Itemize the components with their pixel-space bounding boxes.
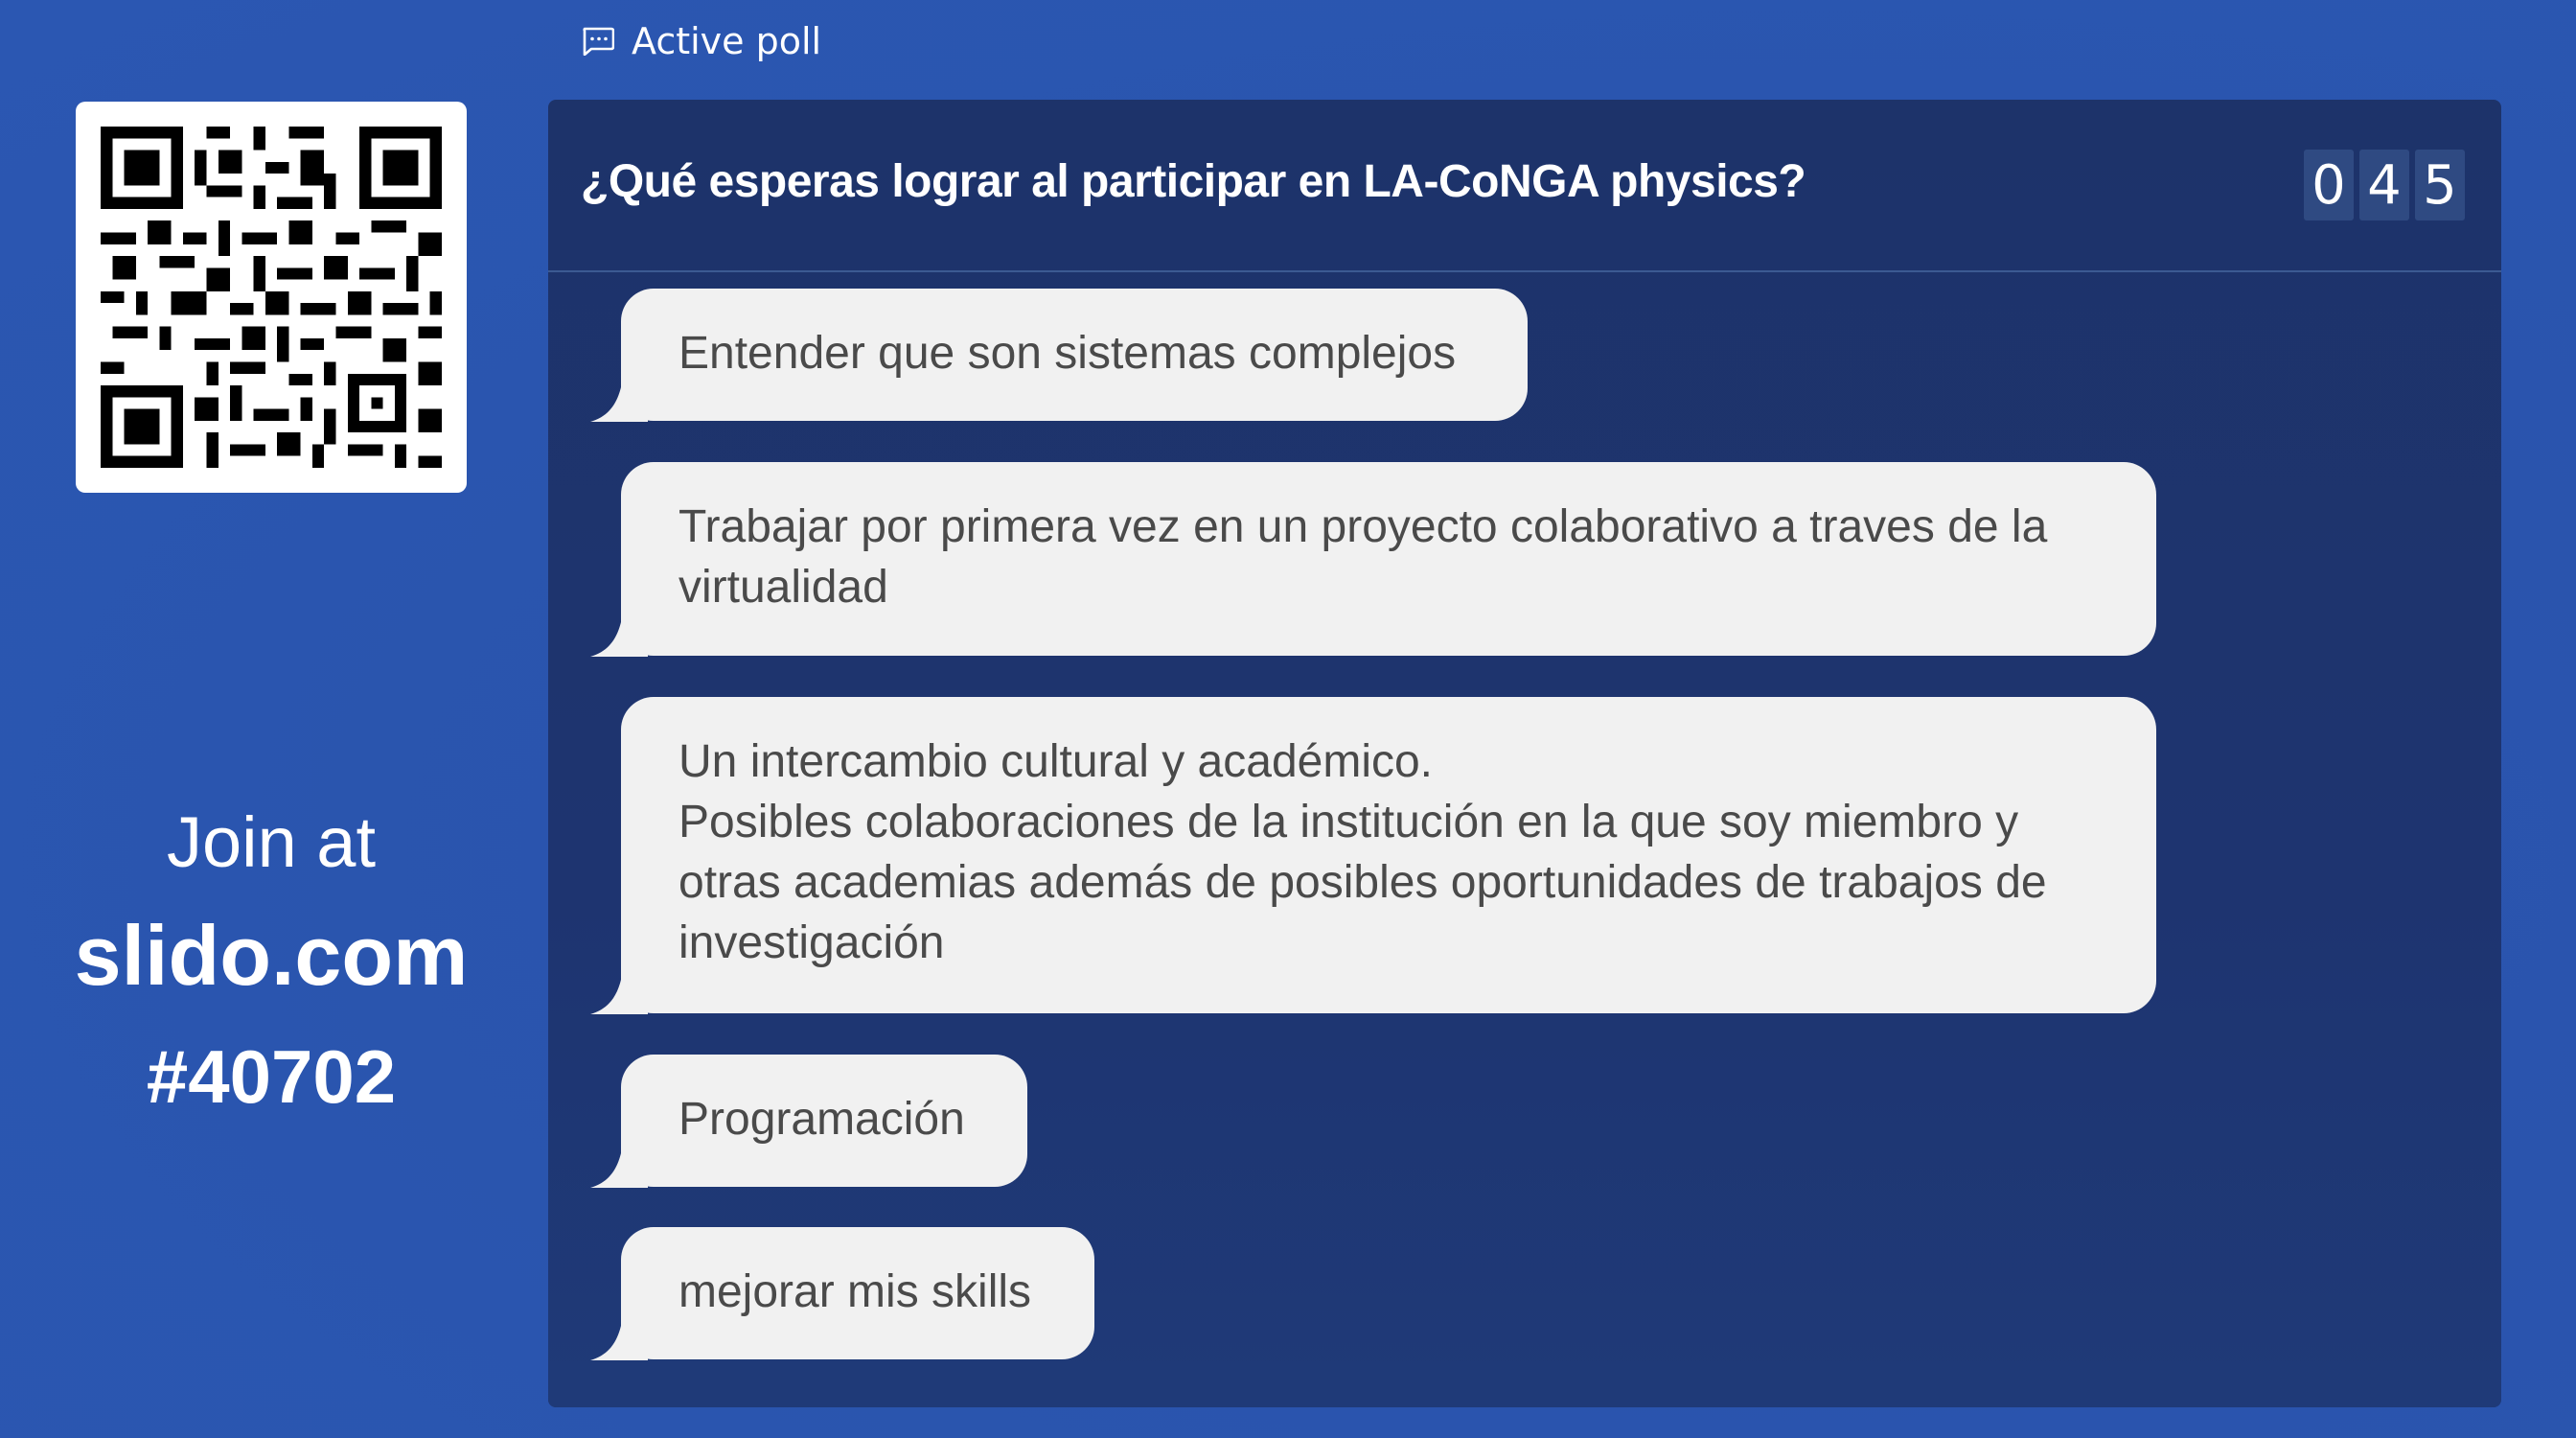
poll-header: ¿Qué esperas lograr al participar en LA-… [548, 100, 2501, 272]
response-text: mejorar mis skills [678, 1266, 1032, 1317]
response-bubble: Trabajar por primera vez en un proyecto … [590, 462, 2156, 657]
bubble-tail [590, 378, 648, 422]
response-text: Trabajar por primera vez en un proyecto … [678, 501, 2048, 613]
poll-question: ¿Qué esperas lograr al participar en LA-… [581, 156, 1806, 207]
event-code: #40702 [146, 1034, 397, 1119]
response-text: Entender que son sistemas complejos [678, 328, 1457, 379]
bubble-tail [590, 1316, 648, 1360]
active-poll-label: Active poll [582, 17, 821, 65]
join-url[interactable]: slido.com [0, 907, 542, 1005]
response-text: Un intercambio cultural y académico. Pos… [678, 736, 2047, 968]
counter-digit: 4 [2359, 150, 2409, 220]
poll-panel: ¿Qué esperas lograr al participar en LA-… [548, 100, 2501, 1407]
counter-digit: 5 [2415, 150, 2465, 220]
response-text: Programación [678, 1094, 965, 1145]
response-bubble: Programación [590, 1055, 1027, 1188]
response-counter: 0 4 5 [2304, 150, 2465, 220]
bubble-tail [590, 970, 648, 1014]
qr-code-image [101, 127, 442, 468]
response-bubble: Entender que son sistemas complejos [590, 289, 1528, 422]
bubble-tail [590, 613, 648, 657]
join-at-text: Join at [166, 802, 377, 882]
qr-code[interactable] [76, 102, 467, 493]
active-poll-text: Active poll [632, 20, 822, 62]
bubble-tail [590, 1144, 648, 1188]
response-bubble: Un intercambio cultural y académico. Pos… [590, 697, 2156, 1014]
counter-digit: 0 [2304, 150, 2354, 220]
panel-bottom-mask [548, 1361, 2501, 1407]
response-bubble: mejorar mis skills [590, 1227, 1094, 1360]
chat-bubble-icon [582, 27, 614, 56]
